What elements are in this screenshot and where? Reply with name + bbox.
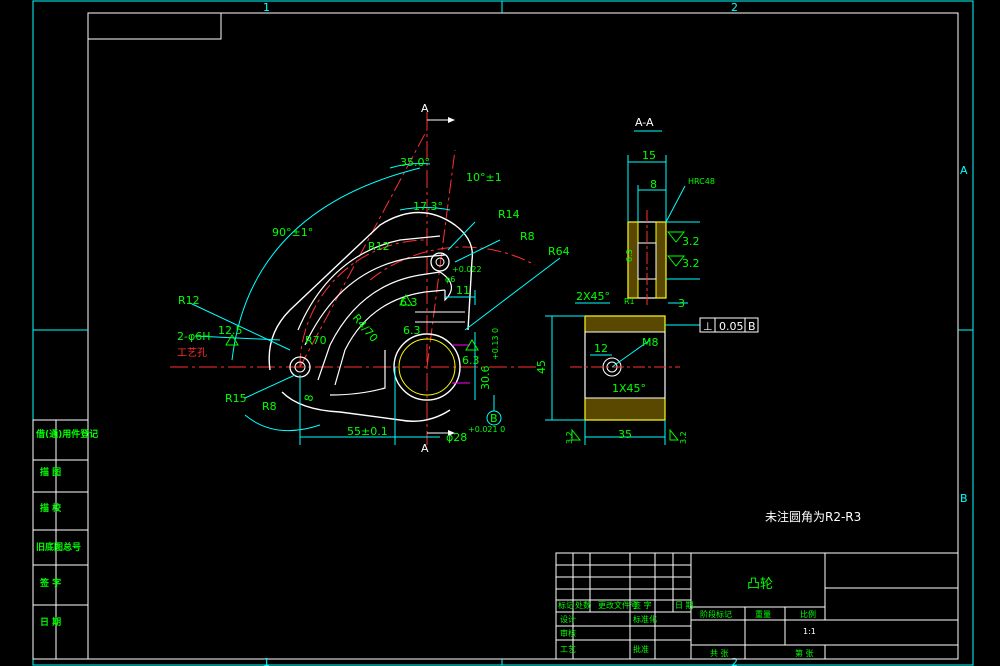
label-process-hole: 工艺孔 [177,347,207,359]
dim-6-3-b: 6.3 [400,296,418,309]
dim-r70: R70 [305,334,327,347]
dim-6-3-a: 6.3 [462,354,480,367]
side-strip-label-0: 借(通)用件登记 [35,428,98,440]
dim-11: 11 [456,284,470,297]
zone-label-top-2: 2 [731,1,738,14]
dim-r4-70: R4/70 [350,312,381,345]
tb-sheet-total: 共 张 [710,649,729,658]
gdt-datum: B [748,320,756,333]
dim-angle-17: 17.3° [413,200,443,213]
dim-angle-90: 90°±1° [272,226,313,239]
dim-r12-top: R12 [368,240,390,253]
tb-craft: 工艺 [560,645,576,654]
sec-dim-6-3: 6.3 [625,249,634,262]
dim-2phi6: 2-φ6H [177,330,211,343]
tb-date: 日 期 [675,601,694,610]
gdt-perp-value: 0.05 [719,320,744,333]
sec-dim-35: 35 [618,428,632,441]
sec-roughness-3: 3.2 [565,431,574,444]
dim-55: 55±0.1 [347,425,388,438]
zone-label-top-1: 1 [263,1,270,14]
sec-dim-45: 45 [535,360,548,374]
tb-weight: 重量 [755,609,771,619]
side-strip-label-2: 描 校 [40,502,62,514]
sec-dim-m8: M8 [642,336,659,349]
zone-label-bottom-1: 1 [263,656,270,666]
sec-dim-15: 15 [642,149,656,162]
zone-label-side-a: A [960,164,968,177]
tb-check: 审核 [560,628,576,638]
section-title: A-A [635,116,654,129]
zone-label-bottom-2: 2 [731,656,738,666]
sec-r1: R1 [624,297,635,306]
cad-drawing-canvas[interactable]: 1 2 A B 1 2 借(通)用件登记 描 图 描 校 旧底图总号 签 字 日… [0,0,1000,666]
dim-phi28: φ28 [446,431,467,444]
tb-sign: 签 字 [633,600,652,610]
sec-chamfer: 2X45° [576,290,610,303]
tb-mark: 标记 [558,600,574,610]
tb-design: 设计 [560,614,576,624]
dim-phi28-tol: +0.021 0 [468,425,505,434]
dim-6-3-c: 6.3 [403,324,421,337]
sec-dim-8: 8 [650,178,657,191]
technical-note: 未注圆角为R2-R3 [765,509,861,524]
dim-30-6-tol: +0.13 0 [491,328,500,360]
part-name: 凸轮 [747,577,773,592]
dim-r8-bottom: R8 [262,400,277,413]
dim-r15: R15 [225,392,247,405]
sec-hrc: HRC48 [688,177,715,186]
drawing-frame [32,0,974,666]
tb-approve: 批准 [633,644,649,654]
sec-dim-12: 12 [594,342,608,355]
tb-scale-value: 1:1 [803,627,816,636]
dim-small-phi: φ6 [445,275,455,284]
dim-angle-35: 35.0° [400,156,430,169]
dim-r64: R64 [548,245,570,258]
dim-12-5: 12.5 [218,324,243,337]
tb-change-doc: 更改文件号 [598,600,638,610]
zone-label-side-b: B [960,492,968,505]
side-strip-label-5: 日 期 [40,616,61,628]
side-strip-label-4: 签 字 [39,577,61,589]
section-mark-top: A [421,102,429,115]
tb-sheet-num: 第 张 [795,648,814,658]
dim-angle-10: 10°±1 [466,171,502,184]
tb-scale-label: 比例 [800,609,816,619]
dim-r14: R14 [498,208,520,221]
dim-8: 8 [302,393,316,402]
sec-dim-3: 3 [678,297,685,310]
dim-r12-left: R12 [178,294,200,307]
dim-small-tol: +0.022 [452,265,482,274]
sec-roughness-2: 3.2 [682,257,700,270]
side-strip-label-3: 旧底图总号 [36,541,81,553]
tb-standard: 标准化 [633,614,657,624]
dim-r8-top: R8 [520,230,535,243]
sec-dim-1x45: 1X45° [612,382,646,395]
gdt-perp-symbol: ⊥ [703,320,713,333]
dim-30-6: 30.6 [479,366,492,391]
tb-stage: 阶段标记 [700,609,732,619]
side-strip-label-1: 描 图 [40,466,61,478]
datum-b: B [490,412,498,425]
section-mark-bottom: A [421,442,429,455]
sec-roughness-1: 3.2 [682,235,700,248]
tb-count: 处数 [575,600,591,610]
sec-roughness-4: 3.2 [679,431,688,444]
